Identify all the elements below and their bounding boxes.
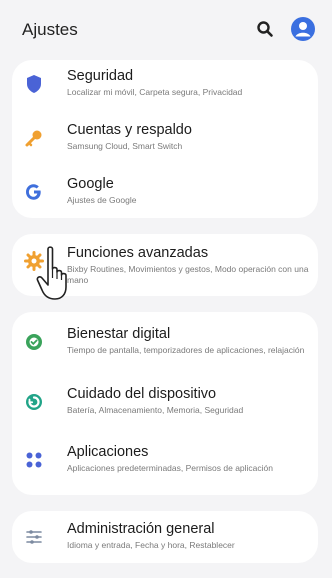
pointing-hand-icon [34,243,74,303]
settings-item-bienestar-digital[interactable]: Bienestar digital Tiempo de pantalla, te… [12,320,318,372]
google-icon [22,180,46,204]
settings-item-subtitle: Aplicaciones predeterminadas, Permisos d… [67,463,273,473]
settings-item-title: Aplicaciones [67,444,149,460]
settings-item-subtitle: Batería, Almacenamiento, Memoria, Seguri… [67,405,244,415]
settings-item-seguridad[interactable]: Seguridad Localizar mi móvil, Carpeta se… [12,62,318,114]
header: Ajustes [0,0,332,60]
page-title: Ajustes [22,20,78,39]
wellbeing-icon [22,330,46,354]
settings-item-cuentas[interactable]: Cuentas y respaldo Samsung Cloud, Smart … [12,116,318,168]
settings-item-subtitle: Localizar mi móvil, Carpeta segura, Priv… [67,87,243,97]
device-care-icon [22,390,46,414]
settings-item-subtitle: Bixby Routines, Movimientos y gestos, Mo… [67,264,309,285]
settings-item-subtitle: Ajustes de Google [67,195,137,205]
settings-item-subtitle: Tiempo de pantalla, temporizadores de ap… [67,345,305,355]
settings-item-administracion-general[interactable]: Administración general Idioma y entrada,… [12,515,318,567]
header-actions [252,16,316,42]
settings-group-3: Bienestar digital Tiempo de pantalla, te… [12,312,318,495]
shield-icon [22,72,46,96]
settings-item-title: Cuidado del dispositivo [67,386,217,402]
settings-item-cuidado-dispositivo[interactable]: Cuidado del dispositivo Batería, Almacen… [12,380,318,432]
settings-group-4: Administración general Idioma y entrada,… [12,511,318,563]
profile-avatar-icon[interactable] [290,16,316,42]
settings-item-google[interactable]: Google Ajustes de Google [12,170,318,222]
settings-group-1: Seguridad Localizar mi móvil, Carpeta se… [12,60,318,218]
settings-item-title: Google [67,176,114,192]
settings-item-title: Administración general [67,521,215,537]
sliders-icon [22,525,46,549]
settings-item-subtitle: Idioma y entrada, Fecha y hora, Restable… [67,540,235,550]
settings-item-title: Funciones avanzadas [67,245,209,261]
search-icon[interactable] [252,16,278,42]
settings-item-aplicaciones[interactable]: Aplicaciones Aplicaciones predeterminada… [12,438,318,490]
settings-item-title: Cuentas y respaldo [67,122,192,138]
settings-item-title: Seguridad [67,68,134,84]
apps-grid-icon [22,448,46,472]
settings-item-title: Bienestar digital [67,326,171,342]
key-icon [22,126,46,150]
settings-item-subtitle: Samsung Cloud, Smart Switch [67,141,183,151]
